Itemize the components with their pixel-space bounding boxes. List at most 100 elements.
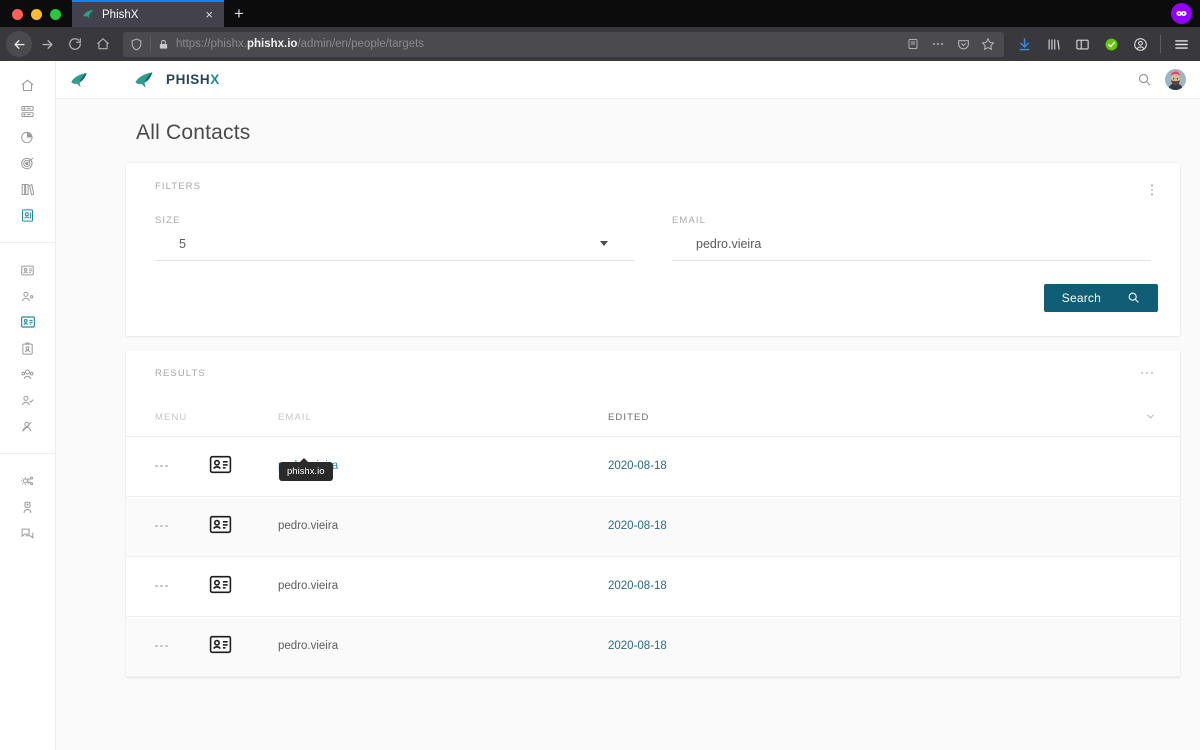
table-header-row: MENU EMAIL EDITED <box>126 400 1180 437</box>
sidebar-group-system <box>0 453 55 546</box>
reader-view-icon[interactable] <box>904 35 922 53</box>
minimize-window-button[interactable] <box>31 9 42 20</box>
phishx-fish-logo <box>71 72 87 87</box>
sidebar-item-groups[interactable] <box>11 361 45 387</box>
url-text: https://phishx.phishx.io/admin/en/people… <box>176 38 425 50</box>
sidebar-item-blocked-user[interactable] <box>11 413 45 439</box>
row-contact-icon-cell[interactable] <box>208 436 278 497</box>
row-contact-icon-cell[interactable] <box>208 496 278 557</box>
results-card: RESULTS MENU EMAIL EDITED phishx.io 2020… <box>126 349 1180 677</box>
filters-actions: Search <box>126 261 1180 336</box>
table-row[interactable]: pedro.vieira 2020-08-18 <box>126 496 1180 557</box>
size-select[interactable]: 5 <box>155 237 634 261</box>
sidebar-item-settings[interactable] <box>11 468 45 494</box>
size-value: 5 <box>179 236 186 251</box>
row-email-text: pedro.vieira <box>278 520 339 532</box>
results-label: RESULTS <box>155 367 206 379</box>
row-email-cell[interactable]: pedro.vieira phishx.io <box>278 436 608 497</box>
browser-tab[interactable]: PhishX × <box>72 0 224 27</box>
kebab-menu-icon[interactable] <box>1146 181 1159 199</box>
ellipsis-menu-icon[interactable] <box>1136 368 1159 379</box>
row-contact-icon-cell[interactable] <box>208 556 278 617</box>
sidebar-item-reports[interactable] <box>11 124 45 150</box>
pocket-icon[interactable] <box>954 35 972 53</box>
tab-title: PhishX <box>102 8 139 21</box>
back-button[interactable] <box>6 31 32 57</box>
address-bar[interactable]: https://phishx.phishx.io/admin/en/people… <box>123 31 1004 57</box>
row-edited-cell[interactable]: 2020-08-18 <box>608 436 1124 497</box>
avatar[interactable] <box>1165 69 1186 90</box>
size-field: SIZE 5 <box>155 215 634 261</box>
row-email-tooltip: phishx.io <box>279 457 333 481</box>
row-edited-cell[interactable]: 2020-08-18 <box>608 496 1124 557</box>
new-tab-button[interactable]: + <box>224 5 254 27</box>
sidebar-item-campaigns[interactable] <box>11 150 45 176</box>
email-input[interactable]: pedro.vieira <box>672 237 1151 261</box>
row-edited-cell[interactable]: 2020-08-18 <box>608 616 1124 677</box>
column-header-menu[interactable]: MENU <box>126 400 208 437</box>
filters-card-header: FILTERS <box>126 163 1180 199</box>
sidebar-item-add-person[interactable] <box>11 283 45 309</box>
page-scroll-area[interactable]: All Contacts FILTERS SIZE 5 EMAIL pedro.… <box>56 99 1200 750</box>
search-button-label: Search <box>1061 290 1101 305</box>
sidebar-item-all-contacts[interactable] <box>11 257 45 283</box>
results-card-header: RESULTS <box>126 350 1180 401</box>
row-email-text: pedro.vieira <box>278 580 339 592</box>
app-menu-icon[interactable] <box>1168 31 1194 57</box>
downloads-icon[interactable] <box>1011 31 1037 57</box>
account-icon[interactable] <box>1127 31 1153 57</box>
row-email-cell[interactable]: pedro.vieira <box>278 616 608 677</box>
phishx-fish-icon <box>83 9 93 19</box>
sidebar-item-servers[interactable] <box>11 98 45 124</box>
sync-ok-icon[interactable] <box>1098 31 1124 57</box>
table-row[interactable]: pedro.vieira 2020-08-18 <box>126 616 1180 677</box>
results-table-header: MENU EMAIL EDITED <box>126 400 1180 437</box>
row-menu-icon <box>155 521 208 532</box>
table-row[interactable]: pedro.vieira phishx.io 2020-08-18 <box>126 436 1180 497</box>
close-tab-button[interactable]: × <box>202 8 216 21</box>
column-sort-toggle[interactable] <box>1124 400 1180 437</box>
row-email-cell[interactable]: pedro.vieira <box>278 496 608 557</box>
column-header-edited[interactable]: EDITED <box>608 400 1124 437</box>
application-viewport: PHISHX All Contacts FILTERS SIZE 5 EMAIL… <box>0 61 1200 750</box>
row-email-cell[interactable]: pedro.vieira <box>278 556 608 617</box>
filters-body: SIZE 5 EMAIL pedro.vieira <box>126 199 1180 261</box>
toolbar-divider <box>1160 35 1161 53</box>
bookmark-star-icon[interactable] <box>979 35 997 53</box>
table-row[interactable]: pedro.vieira 2020-08-18 <box>126 556 1180 617</box>
sidebar-item-home[interactable] <box>11 72 45 98</box>
contact-card-icon <box>209 455 232 474</box>
sidebar-item-messages[interactable] <box>11 520 45 546</box>
row-menu-button[interactable] <box>126 616 208 677</box>
home-button[interactable] <box>90 31 116 57</box>
row-contact-icon-cell[interactable] <box>208 616 278 677</box>
search-button[interactable]: Search <box>1043 283 1158 312</box>
reload-button[interactable] <box>62 31 88 57</box>
row-menu-icon <box>155 641 208 652</box>
library-icon[interactable] <box>1040 31 1066 57</box>
row-menu-button[interactable] <box>126 436 208 497</box>
lock-icon <box>159 39 168 49</box>
brand[interactable]: PHISHX <box>70 69 220 91</box>
row-spacer-cell <box>1124 556 1180 617</box>
row-menu-button[interactable] <box>126 556 208 617</box>
pocket-badge-icon[interactable] <box>1171 3 1192 24</box>
sidebar-icon[interactable] <box>1069 31 1095 57</box>
column-header-email[interactable]: EMAIL <box>278 400 608 437</box>
sidebar-item-targets[interactable] <box>11 309 45 335</box>
row-menu-icon <box>155 461 208 472</box>
search-icon[interactable] <box>1137 72 1152 87</box>
maximize-window-button[interactable] <box>50 9 61 20</box>
sidebar-item-contacts[interactable] <box>11 202 45 228</box>
sidebar-item-profile[interactable] <box>11 494 45 520</box>
page-actions-icon[interactable] <box>929 35 947 53</box>
close-window-button[interactable] <box>12 9 23 20</box>
search-icon <box>1128 292 1139 303</box>
sidebar-item-verified-user[interactable] <box>11 387 45 413</box>
sidebar-item-id-badge[interactable] <box>11 335 45 361</box>
forward-button[interactable] <box>34 31 60 57</box>
row-menu-button[interactable] <box>126 496 208 557</box>
sidebar-item-library[interactable] <box>11 176 45 202</box>
row-edited-cell[interactable]: 2020-08-18 <box>608 556 1124 617</box>
size-label: SIZE <box>155 214 181 226</box>
